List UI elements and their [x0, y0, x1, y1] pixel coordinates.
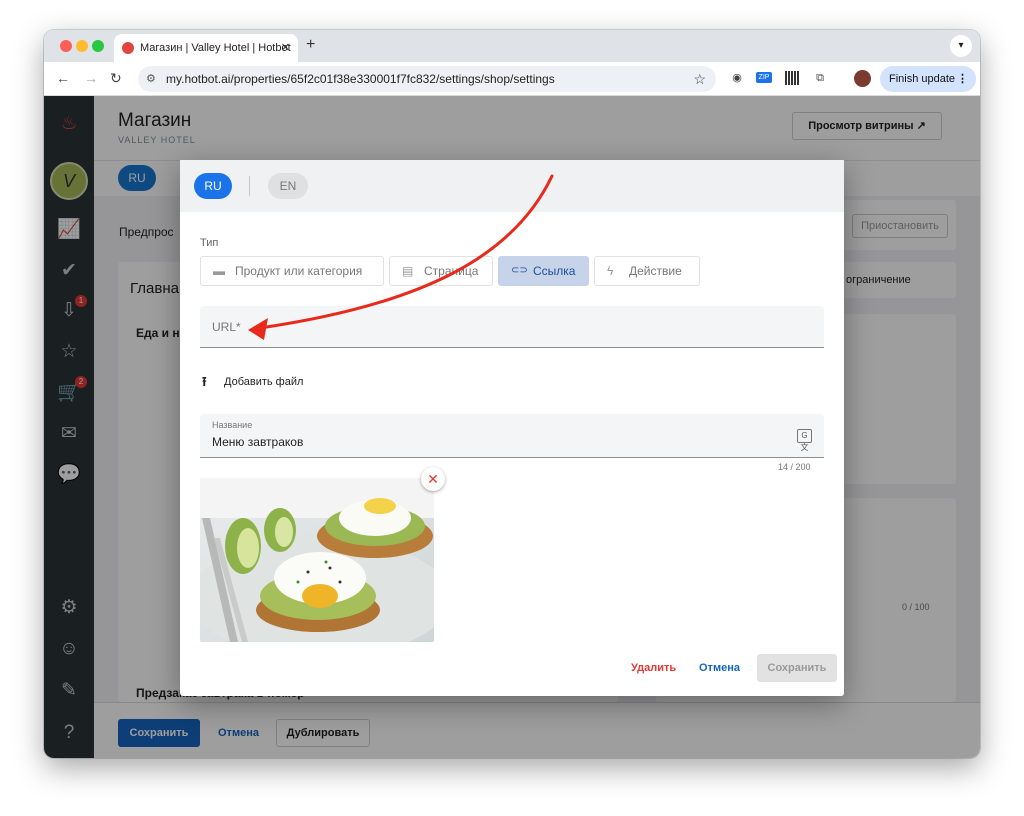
type-page-label: Страница	[424, 264, 479, 278]
finish-update-label: Finish update	[889, 73, 956, 85]
type-link-button[interactable]: ⊂⊃ Ссылка	[498, 256, 589, 286]
profile-avatar[interactable]	[854, 70, 871, 87]
name-input[interactable]: Название Меню завтраков G文	[200, 414, 824, 458]
flash-icon: ϟ	[607, 264, 614, 278]
dialog-save-button[interactable]: Сохранить	[757, 654, 837, 682]
document-icon: ▤	[402, 264, 414, 278]
type-label: Тип	[200, 237, 219, 249]
dialog-lang-ru-tab[interactable]: RU	[194, 173, 232, 199]
upload-icon: ⭱	[202, 374, 207, 389]
dialog-language-bar: RU EN	[180, 160, 844, 212]
dialog-cancel-button[interactable]: Отмена	[699, 662, 740, 674]
url-placeholder: URL*	[212, 320, 241, 334]
type-product-button[interactable]: ▬ Продукт или категория	[200, 256, 384, 286]
tab-search-chevron-icon[interactable]: ▾	[950, 35, 972, 57]
maximize-window-button[interactable]	[92, 40, 104, 52]
remove-image-button[interactable]: ✕	[421, 467, 445, 491]
link-icon: ⊂⊃	[511, 265, 528, 276]
close-window-button[interactable]	[60, 40, 72, 52]
name-field-label: Название	[212, 420, 253, 430]
store-icon: ▬	[213, 264, 225, 278]
back-arrow-icon[interactable]: ←	[56, 70, 70, 86]
minimize-window-button[interactable]	[76, 40, 88, 52]
edit-item-dialog: RU EN Тип ▬ Продукт или категория ▤ Стра…	[180, 160, 844, 696]
dialog-lang-en-tab[interactable]: EN	[268, 173, 308, 199]
finish-update-button[interactable]: Finish update ⋮	[880, 66, 976, 92]
camera-extension-icon[interactable]: ◉	[730, 71, 744, 85]
site-settings-icon[interactable]: ⚙	[146, 66, 156, 92]
breakfast-photo	[200, 478, 434, 642]
name-field-value: Меню завтраков	[212, 435, 304, 449]
type-page-button[interactable]: ▤ Страница	[389, 256, 493, 286]
browser-window: Магазин | Valley Hotel | Hotbot ✕ + ▾ ← …	[44, 30, 980, 758]
address-bar[interactable]: ⚙ my.hotbot.ai/properties/65f2c01f38e330…	[138, 66, 716, 92]
app-area: ♨ V 📈 ✔ ⇩ 1 ☆ 🛒 2 ✉ 💬 ⚙ ☺ ✎ ? Магазин VA…	[44, 96, 980, 758]
lang-separator	[249, 176, 250, 196]
forward-arrow-icon[interactable]: →	[84, 70, 98, 86]
tab-close-icon[interactable]: ✕	[281, 34, 290, 62]
hotbot-favicon-icon	[122, 42, 134, 54]
name-char-counter: 14 / 200	[778, 462, 811, 472]
type-product-label: Продукт или категория	[235, 264, 363, 278]
translate-icon[interactable]: G文	[797, 429, 812, 452]
add-file-label: Добавить файл	[224, 376, 304, 388]
extensions-puzzle-icon[interactable]: ⧉	[813, 71, 827, 85]
browser-tab[interactable]: Магазин | Valley Hotel | Hotbot ✕	[114, 34, 298, 62]
url-text: my.hotbot.ai/properties/65f2c01f38e33000…	[166, 72, 555, 86]
add-file-button[interactable]: ⭱ Добавить файл	[200, 374, 303, 390]
more-menu-icon[interactable]: ⋮	[957, 66, 968, 92]
qr-code-extension-icon[interactable]	[785, 71, 799, 85]
browser-toolbar: ← → ↻ ⚙ my.hotbot.ai/properties/65f2c01f…	[44, 62, 980, 96]
item-image	[200, 478, 434, 642]
type-link-label: Ссылка	[533, 264, 576, 278]
type-action-label: Действие	[629, 264, 682, 278]
reload-icon[interactable]: ↻	[110, 70, 122, 87]
type-action-button[interactable]: ϟ Действие	[594, 256, 700, 286]
bookmark-star-icon[interactable]: ☆	[693, 66, 706, 92]
delete-button[interactable]: Удалить	[631, 662, 676, 674]
tab-title: Магазин | Valley Hotel | Hotbot	[140, 42, 291, 54]
url-input[interactable]: URL*	[200, 306, 824, 348]
new-tab-button[interactable]: +	[306, 36, 315, 54]
tab-strip: Магазин | Valley Hotel | Hotbot ✕ + ▾	[44, 30, 980, 62]
zip-extension-icon[interactable]: ZIP	[756, 72, 772, 83]
